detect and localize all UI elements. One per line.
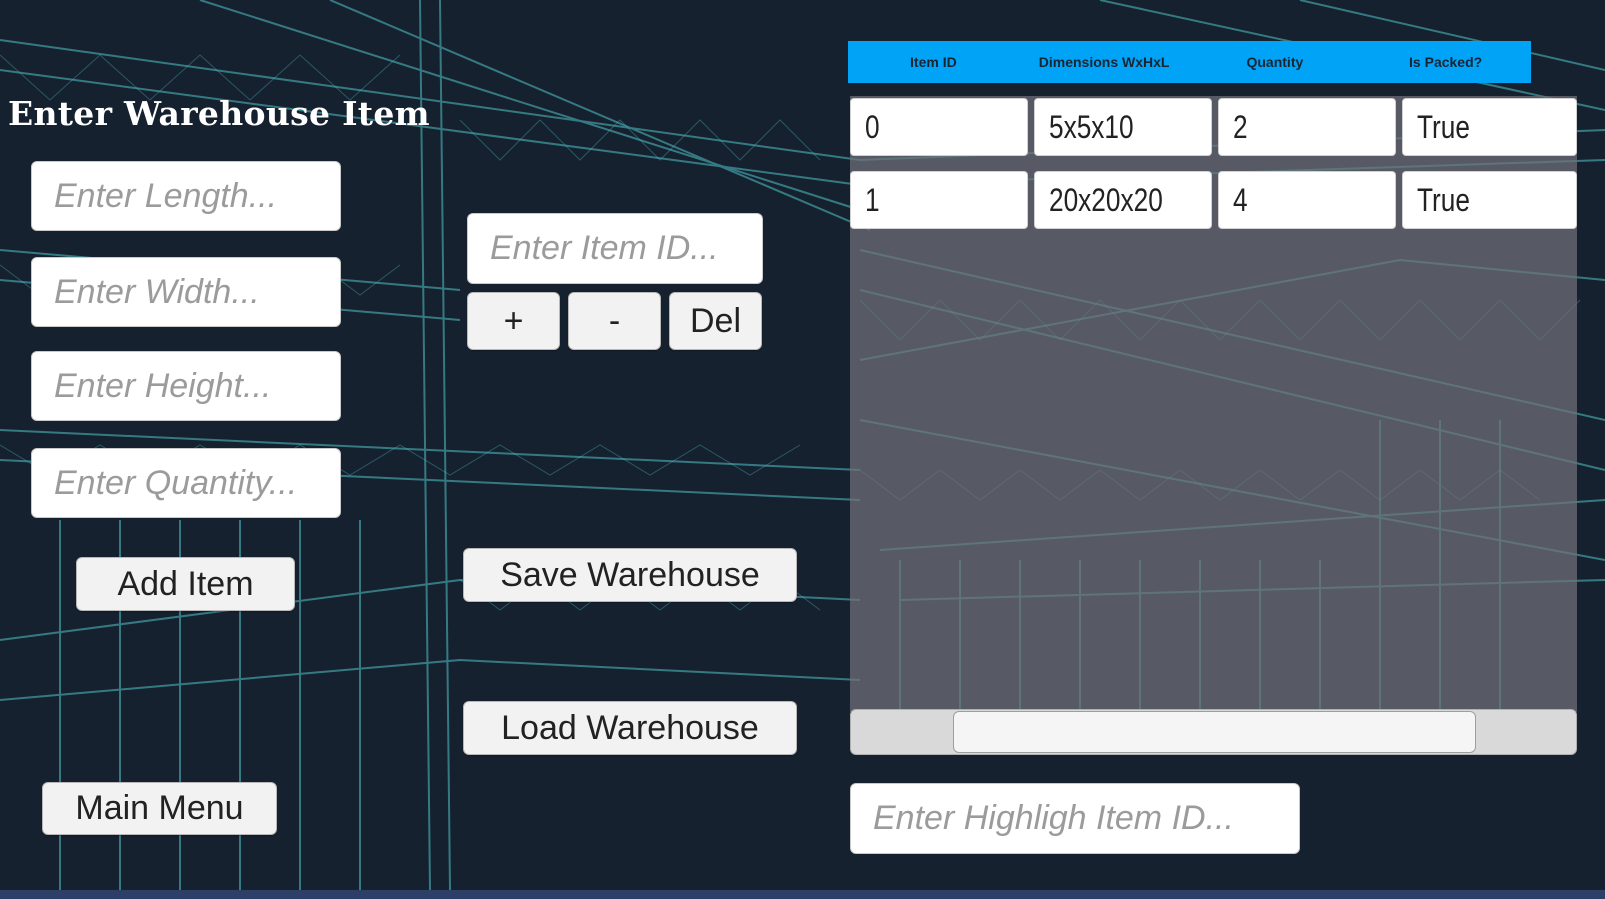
column-header-dimensions[interactable]: Dimensions WxHxL	[1019, 41, 1190, 83]
width-input[interactable]	[31, 257, 341, 327]
column-header-item-id[interactable]: Item ID	[848, 41, 1019, 83]
table-cell-item-id[interactable]: 0	[850, 98, 1028, 156]
cell-text: 4	[1233, 181, 1248, 218]
load-warehouse-button[interactable]: Load Warehouse	[463, 701, 797, 755]
cell-text: 0	[865, 108, 880, 145]
table-cell-dimensions[interactable]: 5x5x10	[1034, 98, 1212, 156]
horizontal-scrollbar[interactable]	[850, 709, 1577, 755]
highlight-item-id-input[interactable]	[850, 783, 1300, 854]
bottom-edge-strip	[0, 890, 1605, 899]
table-cell-dimensions[interactable]: 20x20x20	[1034, 171, 1212, 229]
column-header-quantity[interactable]: Quantity	[1190, 41, 1361, 83]
cell-text: 20x20x20	[1049, 181, 1163, 218]
cell-text: 2	[1233, 108, 1248, 145]
table-cell-quantity[interactable]: 4	[1218, 171, 1396, 229]
height-input[interactable]	[31, 351, 341, 421]
main-menu-button[interactable]: Main Menu	[42, 782, 277, 835]
table-cell-item-id[interactable]: 1	[850, 171, 1028, 229]
quantity-input[interactable]	[31, 448, 341, 518]
form-title: Enter Warehouse Item	[8, 94, 430, 133]
item-id-input[interactable]	[467, 213, 763, 284]
increment-button[interactable]: +	[467, 292, 560, 350]
length-input[interactable]	[31, 161, 341, 231]
table-header: Item ID Dimensions WxHxL Quantity Is Pac…	[848, 41, 1531, 83]
decrement-button[interactable]: -	[568, 292, 661, 350]
warehouse-editor-screen: Enter Warehouse Item Add Item Main Menu …	[0, 0, 1605, 899]
scrollbar-thumb[interactable]	[953, 711, 1476, 753]
table-cell-quantity[interactable]: 2	[1218, 98, 1396, 156]
delete-button[interactable]: Del	[669, 292, 762, 350]
column-header-is-packed[interactable]: Is Packed?	[1360, 41, 1531, 83]
add-item-button[interactable]: Add Item	[76, 557, 295, 611]
cell-text: 5x5x10	[1049, 108, 1134, 145]
cell-text: True	[1417, 181, 1470, 218]
cell-text: 1	[865, 181, 880, 218]
table-cell-is-packed[interactable]: True	[1402, 98, 1577, 156]
cell-text: True	[1417, 108, 1470, 145]
save-warehouse-button[interactable]: Save Warehouse	[463, 548, 797, 602]
table-cell-is-packed[interactable]: True	[1402, 171, 1577, 229]
